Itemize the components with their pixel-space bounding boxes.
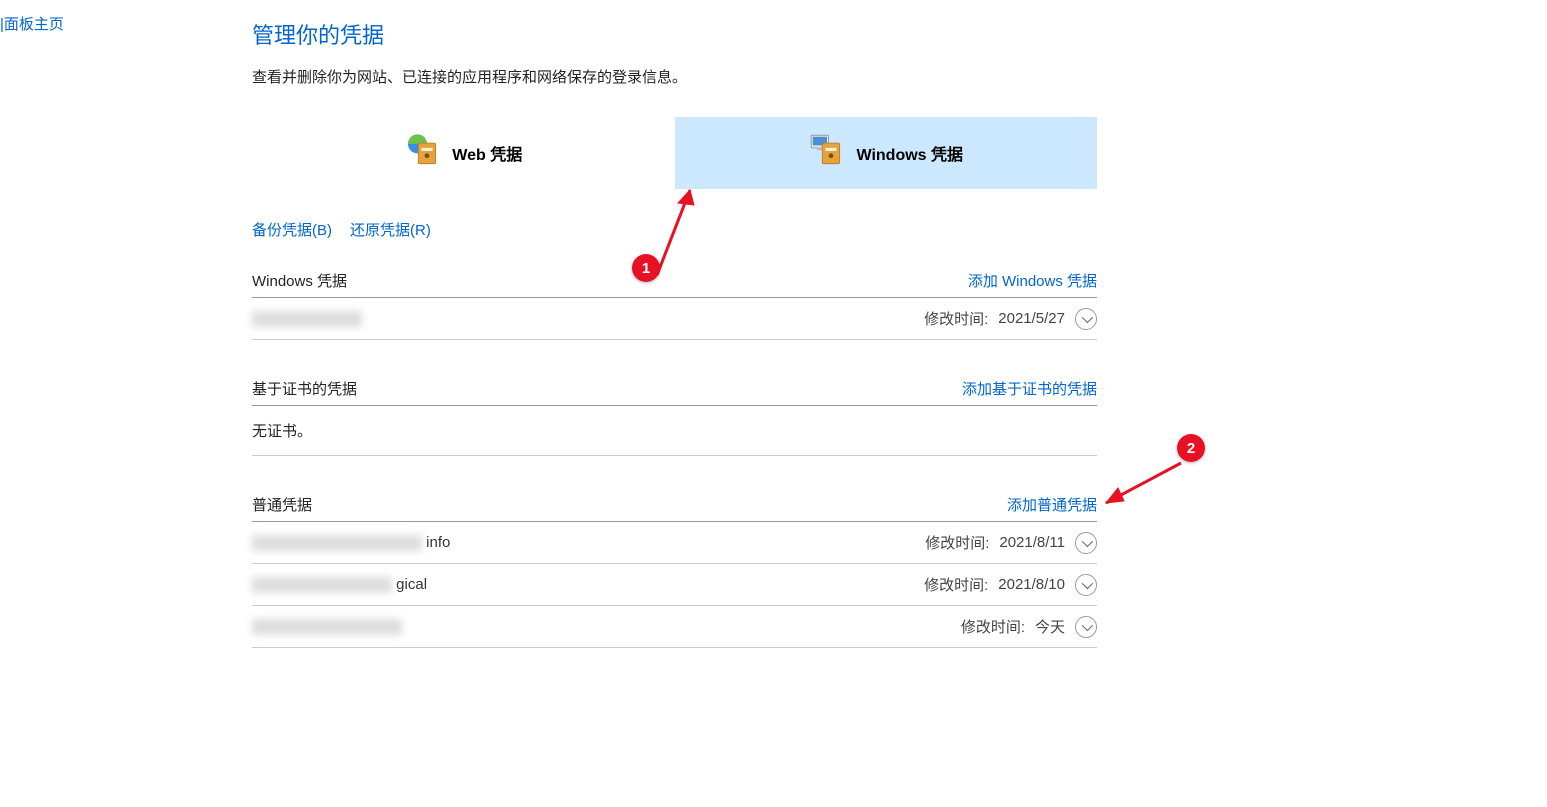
credential-row[interactable]: gical 修改时间: 2021/8/10: [252, 564, 1097, 606]
tab-windows-credentials[interactable]: Windows 凭据: [675, 117, 1098, 189]
annotation-arrow-2: [1096, 455, 1196, 515]
modified-value: 2021/5/27: [998, 310, 1065, 327]
section-generic-title: 普通凭据: [252, 494, 312, 515]
credential-row[interactable]: 修改时间: 今天: [252, 606, 1097, 648]
vault-globe-icon: [404, 132, 442, 175]
vault-monitor-icon: [808, 132, 846, 175]
section-generic-credentials: 普通凭据 添加普通凭据: [252, 494, 1097, 522]
credential-row[interactable]: 修改时间: 2021/5/27: [252, 298, 1097, 340]
section-certificate-title: 基于证书的凭据: [252, 378, 357, 399]
expand-chevron-icon[interactable]: [1075, 532, 1097, 554]
backup-credentials-link[interactable]: 备份凭据(B): [252, 219, 332, 240]
section-windows-title: Windows 凭据: [252, 270, 347, 291]
tab-web-label: Web 凭据: [452, 141, 522, 165]
section-certificate-credentials: 基于证书的凭据 添加基于证书的凭据: [252, 378, 1097, 406]
annotation-badge-1: 1: [632, 254, 660, 282]
no-certificates-text: 无证书。: [252, 406, 1097, 456]
expand-chevron-icon[interactable]: [1075, 574, 1097, 596]
credential-name: gical: [252, 576, 427, 593]
modified-value: 2021/8/11: [999, 534, 1065, 551]
redacted-text: [252, 535, 422, 551]
annotation-badge-2: 2: [1177, 434, 1205, 462]
tab-windows-label: Windows 凭据: [856, 141, 963, 165]
redacted-text: [252, 577, 392, 593]
page-subtitle: 查看并删除你为网站、已连接的应用程序和网络保存的登录信息。: [252, 66, 1097, 87]
credential-name: [252, 619, 402, 635]
add-generic-credential-link[interactable]: 添加普通凭据: [1007, 494, 1097, 515]
add-certificate-credential-link[interactable]: 添加基于证书的凭据: [962, 378, 1097, 399]
control-panel-home-link[interactable]: |面板主页: [0, 13, 64, 34]
credential-name: info: [252, 534, 450, 551]
credential-row[interactable]: info 修改时间: 2021/8/11: [252, 522, 1097, 564]
modified-value: 2021/8/10: [998, 576, 1065, 593]
restore-credentials-link[interactable]: 还原凭据(R): [350, 219, 431, 240]
modified-label: 修改时间:: [925, 532, 989, 553]
page-title: 管理你的凭据: [252, 18, 1097, 50]
add-windows-credential-link[interactable]: 添加 Windows 凭据: [968, 270, 1097, 291]
credential-name: [252, 311, 362, 327]
modified-label: 修改时间:: [924, 308, 988, 329]
expand-chevron-icon[interactable]: [1075, 308, 1097, 330]
modified-label: 修改时间:: [961, 616, 1025, 637]
redacted-text: [252, 311, 362, 327]
modified-label: 修改时间:: [924, 574, 988, 595]
redacted-text: [252, 619, 402, 635]
modified-value: 今天: [1035, 616, 1065, 637]
expand-chevron-icon[interactable]: [1075, 616, 1097, 638]
